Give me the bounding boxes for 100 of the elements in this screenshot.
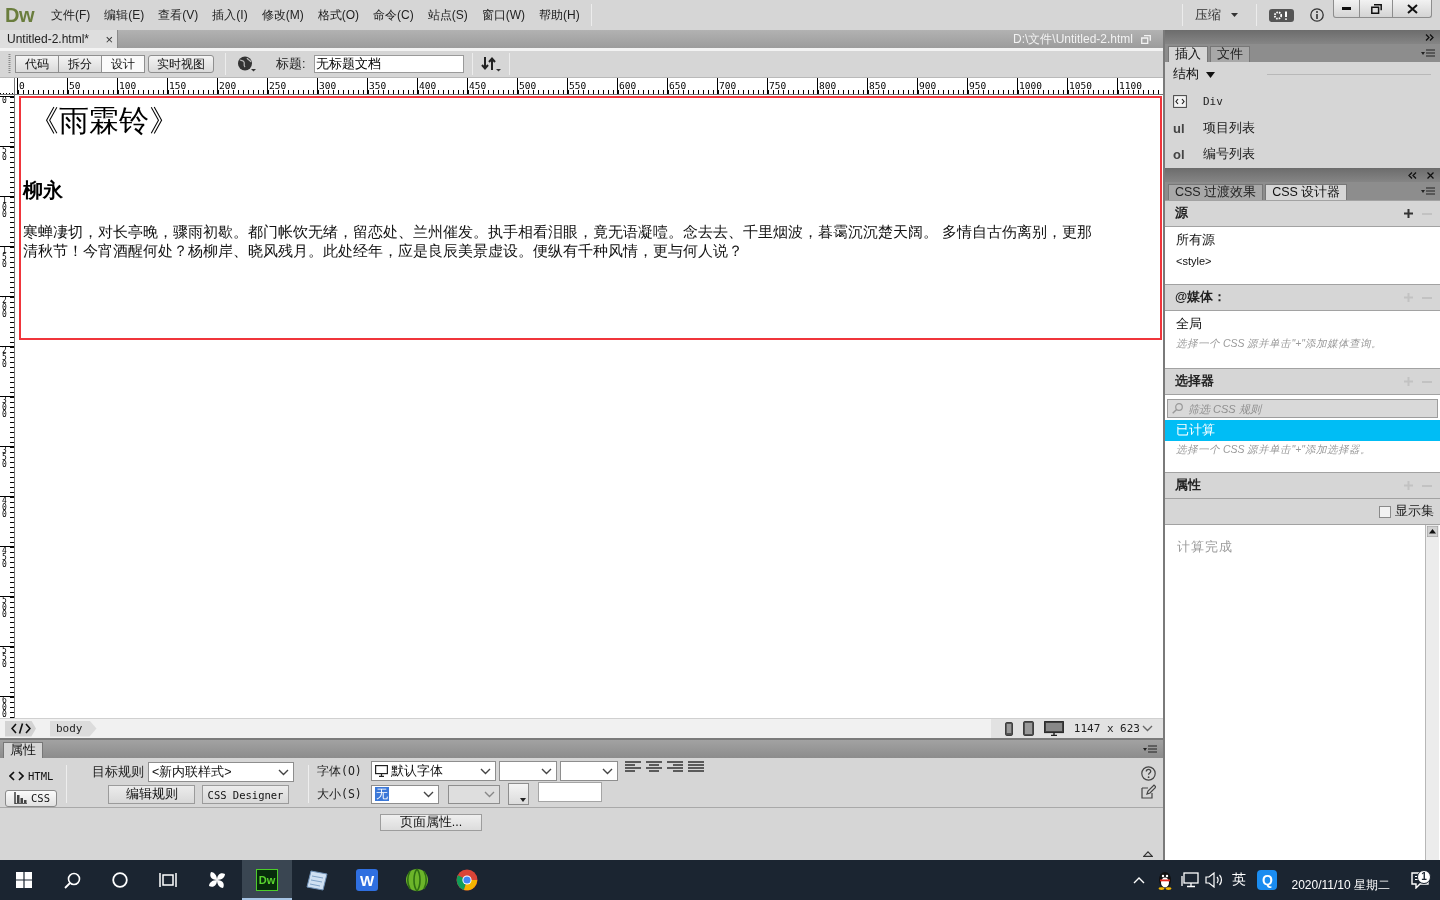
taskbar-date[interactable]: 2020/11/10 星期二 — [1285, 877, 1400, 900]
speaker-icon[interactable] — [1205, 872, 1225, 888]
desktop-icon[interactable] — [1043, 721, 1064, 736]
help-icon[interactable] — [1141, 766, 1156, 781]
chevron-down-icon — [483, 790, 495, 798]
menu-item[interactable]: 格式(O) — [310, 3, 366, 27]
panel-tab[interactable]: CSS 设计器 — [1265, 184, 1348, 200]
search-icon[interactable] — [63, 871, 81, 889]
size-select[interactable]: 无 — [370, 784, 439, 804]
ruler-number: 450 — [468, 81, 487, 91]
monitor-icon — [374, 765, 388, 777]
scroll-up-icon[interactable] — [1427, 526, 1438, 537]
code-icon — [10, 723, 31, 734]
notification-button[interactable]: 1 — [1400, 871, 1440, 889]
panel-tab[interactable]: 插入 — [1168, 46, 1208, 62]
panel-menu-icon[interactable] — [1143, 744, 1157, 754]
code-tag-button[interactable] — [5, 720, 36, 737]
filter-field[interactable]: 筛选 CSS 规则 — [1167, 399, 1438, 418]
close-button[interactable] — [1392, 0, 1432, 18]
justify-icon[interactable] — [687, 761, 704, 773]
chevron-up-icon[interactable] — [1133, 876, 1146, 884]
app-logo: Dw — [4, 3, 36, 27]
plus-icon[interactable] — [1404, 209, 1413, 218]
view-button[interactable]: 代码 — [15, 55, 59, 73]
gear-alert-icon[interactable] — [1269, 8, 1294, 22]
show-set-checkbox[interactable] — [1379, 505, 1391, 518]
close-icon[interactable] — [1427, 171, 1434, 179]
align-right-icon[interactable] — [666, 761, 683, 773]
list-item[interactable]: 全局 — [1165, 314, 1440, 335]
expand-triangle-icon[interactable] — [1143, 851, 1153, 857]
sort-icon[interactable] — [481, 56, 502, 72]
design-canvas[interactable]: 《雨霖铃》 柳永 寒蝉凄切，对长亭晚，骤雨初歇。都门帐饮无绪，留恋处、兰州催发。执手相看泪眼，竟无语凝噎。念去去、千里烟波，暮霭沉沉楚天阔。 多情自古伤离别，更那 清秋节！今宵酒醒何处？杨柳岸、晓风残月。此处经年，应是良辰美景虚设。便纵有千种风情，更与何人说？ — [15, 95, 1163, 718]
double-chevron-left-icon[interactable] — [1408, 171, 1417, 179]
dropdown-field[interactable] — [559, 761, 618, 781]
panel-menu-icon[interactable] — [1421, 186, 1435, 196]
menu-item[interactable]: 站点(S) — [420, 3, 475, 27]
tab-close-button[interactable]: × — [105, 32, 113, 46]
panel-tab[interactable]: 文件 — [1210, 46, 1250, 62]
edit-icon[interactable] — [1141, 784, 1156, 799]
align-left-icon[interactable] — [624, 761, 641, 773]
input-method-button[interactable]: 英 — [1227, 860, 1252, 900]
notepad-icon[interactable] — [305, 869, 329, 891]
font-select[interactable]: 默认字体 — [370, 761, 496, 781]
mode-button[interactable]: HTML — [5, 767, 62, 785]
menu-item[interactable]: 插入(I) — [205, 3, 255, 27]
menu-item[interactable]: 命令(C) — [366, 3, 421, 27]
target-rule-select[interactable]: <新内联样式> — [148, 762, 294, 782]
document-tab[interactable]: Untitled-2.html* × — [0, 30, 118, 48]
insert-item[interactable]: ol 编号列表 — [1173, 141, 1440, 168]
view-button[interactable]: 拆分 — [58, 55, 102, 73]
double-chevron-right-icon[interactable] — [1425, 33, 1434, 41]
view-button[interactable]: 实时视图 — [148, 55, 214, 73]
section-title: 源 — [1175, 205, 1188, 222]
windows-start-icon[interactable] — [16, 872, 32, 888]
title-field[interactable]: 无标题文档 — [314, 55, 465, 73]
dropdown-field[interactable] — [447, 784, 500, 804]
restore-button[interactable] — [1359, 0, 1393, 18]
color-picker-button[interactable] — [507, 783, 529, 805]
taskbar-app-button[interactable]: Dw — [242, 860, 292, 900]
network-monitor-icon[interactable] — [1181, 872, 1199, 888]
minimize-button[interactable] — [1333, 0, 1360, 18]
workspace-dropdown[interactable]: 压缩 — [1189, 4, 1244, 26]
tablet-icon[interactable] — [1022, 721, 1034, 736]
input-field[interactable] — [537, 782, 602, 802]
menu-item[interactable]: 查看(V) — [151, 3, 206, 27]
panel-tab[interactable]: CSS 过渡效果 — [1168, 184, 1264, 200]
menu-item[interactable]: 帮助(H) — [532, 3, 587, 27]
phone-icon[interactable] — [1004, 721, 1013, 736]
menu-item[interactable]: 修改(M) — [254, 3, 311, 27]
taskbar-app-button[interactable]: W — [342, 860, 392, 900]
list-item[interactable]: 所有源 — [1165, 230, 1440, 251]
menu-item[interactable]: 编辑(E) — [97, 3, 152, 27]
dropdown-field[interactable] — [498, 761, 557, 781]
pinwheel-icon[interactable] — [206, 869, 228, 891]
page-properties-button[interactable]: 页面属性... — [380, 814, 482, 831]
tag-selector-button[interactable]: body — [50, 720, 97, 737]
menu-item[interactable]: 窗口(W) — [474, 3, 532, 27]
chrome-icon[interactable] — [456, 869, 478, 891]
vertical-scrollbar[interactable] — [1425, 525, 1439, 860]
info-icon[interactable] — [1310, 8, 1324, 22]
insert-item[interactable]: Div — [1173, 88, 1440, 116]
view-button[interactable]: 设计 — [101, 55, 145, 73]
edit-rule-button[interactable]: 编辑规则 — [108, 785, 195, 804]
melon-icon[interactable] — [405, 868, 429, 892]
ruler-number: 100 — [118, 81, 137, 91]
insert-item[interactable]: ul 项目列表 — [1173, 115, 1440, 142]
category-dropdown[interactable]: 结构 — [1173, 66, 1215, 84]
menu-item[interactable]: 文件(F) — [44, 3, 98, 27]
panel-tab[interactable]: 属性 — [3, 742, 43, 758]
list-item[interactable]: <style> — [1165, 251, 1440, 271]
align-center-icon[interactable] — [645, 761, 662, 773]
task-view-icon[interactable] — [159, 872, 177, 888]
globe-icon[interactable] — [237, 56, 256, 72]
bar-chart-icon — [14, 792, 27, 805]
panel-menu-icon[interactable] — [1421, 48, 1435, 58]
penguin-icon[interactable] — [1157, 870, 1173, 890]
mode-button[interactable]: CSS — [5, 789, 57, 807]
ruler-number: 0 — [18, 81, 25, 91]
css-designer-button[interactable]: CSS Designer — [202, 785, 289, 804]
circle-icon[interactable] — [112, 872, 128, 888]
